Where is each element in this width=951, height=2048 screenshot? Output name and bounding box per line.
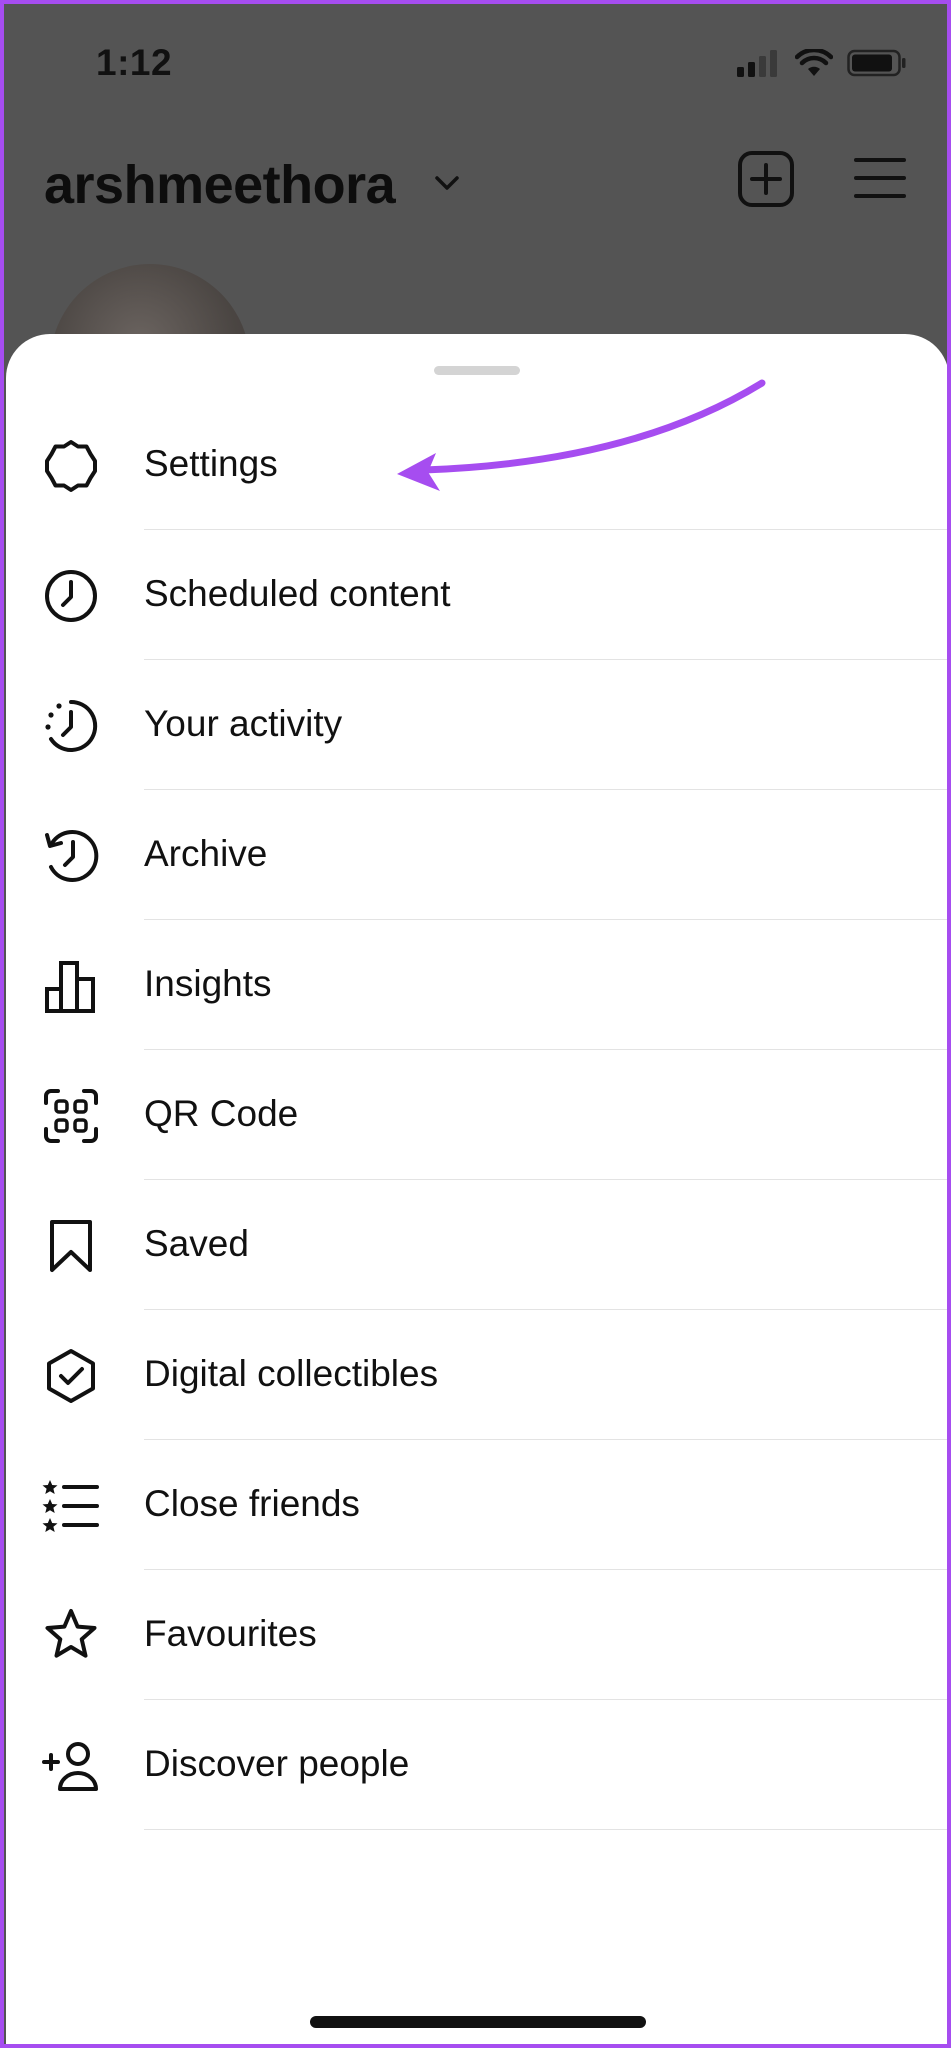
menu-item-label: Favourites: [144, 1613, 317, 1654]
collectibles-icon: [47, 1349, 95, 1403]
menu-item-label: Insights: [144, 963, 272, 1004]
status-bar: 1:12: [4, 4, 947, 134]
archive-icon: [45, 830, 99, 882]
menu-item-insights[interactable]: Insights: [6, 920, 947, 1050]
menu-list: Settings Scheduled content Your activity…: [6, 400, 947, 1830]
activity-icon: [45, 699, 98, 752]
menu-item-label: Archive: [144, 833, 268, 874]
menu-item-saved[interactable]: Saved: [6, 1180, 947, 1310]
menu-item-scheduled-content[interactable]: Scheduled content: [6, 530, 947, 660]
menu-item-qr-code[interactable]: QR Code: [6, 1050, 947, 1180]
cellular-signal-icon: [737, 50, 777, 77]
close-friends-icon: [42, 1480, 99, 1532]
menu-item-settings[interactable]: Settings: [6, 400, 947, 530]
create-post-icon[interactable]: [737, 150, 795, 208]
status-icons: [737, 49, 907, 77]
wifi-icon: [795, 49, 833, 76]
settings-icon: [45, 440, 97, 492]
menu-item-close-friends[interactable]: Close friends: [6, 1440, 947, 1570]
status-time: 1:12: [96, 42, 173, 83]
hamburger-menu-icon[interactable]: [854, 156, 906, 200]
add-person-icon: [42, 1742, 98, 1791]
menu-item-discover-people[interactable]: Discover people: [6, 1700, 947, 1830]
battery-icon: [847, 49, 906, 77]
menu-item-label: Discover people: [144, 1743, 410, 1784]
home-indicator: [310, 2016, 646, 2028]
menu-item-label: QR Code: [144, 1093, 299, 1134]
screen-frame: 1:12 arshmeethora Settings Scheduled con…: [0, 0, 951, 2048]
star-icon: [45, 1609, 97, 1658]
menu-item-label: Close friends: [144, 1483, 360, 1524]
options-bottom-sheet: Settings Scheduled content Your activity…: [6, 334, 947, 2044]
menu-item-your-activity[interactable]: Your activity: [6, 660, 947, 790]
chevron-down-icon[interactable]: [434, 174, 460, 192]
menu-item-label: Scheduled content: [144, 573, 451, 614]
qr-code-icon: [44, 1089, 98, 1143]
menu-item-archive[interactable]: Archive: [6, 790, 947, 920]
sheet-grabber[interactable]: [434, 366, 520, 375]
clock-icon: [45, 570, 97, 622]
menu-item-label: Your activity: [144, 703, 343, 744]
menu-item-label: Digital collectibles: [144, 1353, 439, 1394]
insights-icon: [45, 961, 95, 1013]
menu-item-label: Saved: [144, 1223, 249, 1264]
menu-item-digital-collectibles[interactable]: Digital collectibles: [6, 1310, 947, 1440]
divider: [144, 1828, 947, 1830]
profile-header: arshmeethora: [4, 144, 947, 224]
menu-item-favourites[interactable]: Favourites: [6, 1570, 947, 1700]
username-title[interactable]: arshmeethora: [44, 154, 396, 216]
bookmark-icon: [50, 1220, 92, 1272]
menu-item-label: Settings: [144, 443, 278, 484]
